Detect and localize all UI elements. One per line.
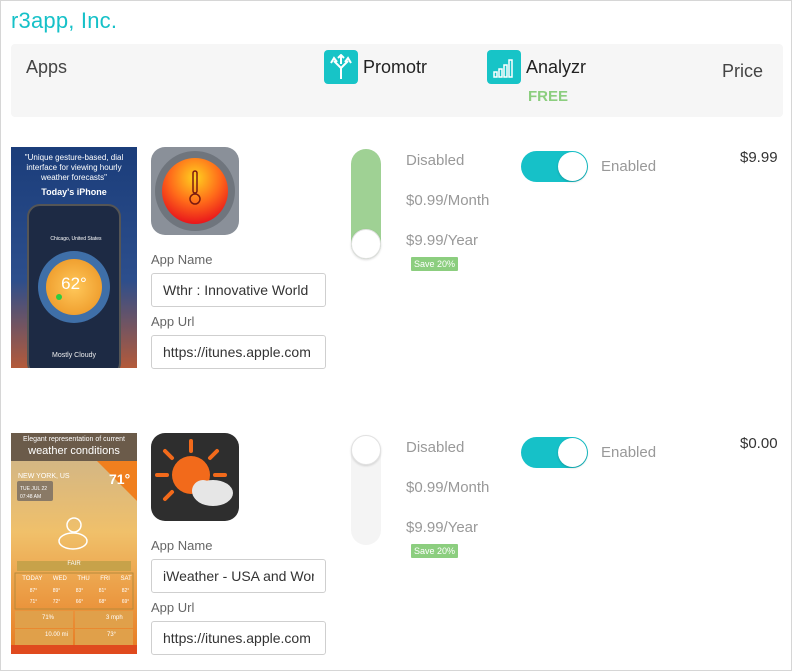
toggle-knob [558,152,587,181]
slider-knob[interactable] [351,435,381,465]
plan-monthly-option[interactable]: $0.99/Month [406,479,489,496]
screenshot-quote: "Unique gesture-based, dial interface fo… [24,153,124,182]
promotr-plan-slider[interactable] [351,435,381,545]
analyzr-label: Analyzr [526,56,587,77]
forecast-day: WED [52,576,67,582]
screenshot-footer: Mostly Cloudy [52,352,96,359]
save-badge: Save 20% [411,544,459,558]
analyzr-state-label: Enabled [601,158,657,175]
screenshot-condition: FAIR [67,561,81,567]
forecast-low: 68° [98,599,107,605]
forecast-low: 69° [121,599,130,605]
forecast-high: 89° [52,588,61,594]
save-badge: Save 20% [411,257,459,271]
forecast-day: TODAY [22,576,43,582]
app-url-label: App Url [151,600,195,615]
thermometer-app-icon [151,147,239,235]
forecast-lows: 71° 72° 66° 68° 69° [22,599,137,605]
screenshot-quote: Elegant representation of current [23,436,125,443]
forecast-high: 87° [29,588,38,594]
app-name-label: App Name [151,252,213,267]
price-column-header: Price [722,61,764,81]
screenshot-date: TUE JUL 22 [20,486,48,492]
forecast-day: FRI [100,576,110,582]
forecast-low: 71° [29,599,38,605]
toggle-knob [558,438,587,467]
forecast-highs: 87° 89° 83° 81° 82° [22,588,137,594]
apps-column-header: Apps [26,57,68,77]
analyzr-column-header[interactable]: Analyzr [487,50,586,84]
screenshot-visibility: 10.00 mi [45,632,69,638]
screenshot-city: NEW YORK, US [18,473,70,480]
app-row: "Unique gesture-based, dial interface fo… [0,147,792,387]
plan-disabled-option[interactable]: Disabled [406,152,464,169]
app-name-input[interactable] [151,273,326,307]
forecast-day: SAT [120,576,132,582]
app-url-input[interactable] [151,335,326,369]
screenshot-temp: 71° [109,471,131,487]
screenshot-temp: 62° [61,274,87,293]
screenshot-feels: 73° [107,632,117,638]
analyzr-toggle[interactable] [521,437,588,468]
plan-yearly-option[interactable]: $9.99/Year [406,519,478,536]
free-badge: FREE [528,88,569,105]
screenshot-title: weather conditions [28,445,120,457]
forecast-days: TODAY WED THU FRI SAT [17,576,137,582]
table-header: Apps Promotr Analyzr FREE Price [11,44,783,117]
analyzr-toggle[interactable] [521,151,588,182]
screenshot-humidity: 71% [42,615,55,621]
promotr-column-header[interactable]: Promotr [324,50,427,84]
screenshot-time: 07:48 AM [20,494,42,500]
screenshot-wind: 3 mph [106,615,123,621]
app-name-label: App Name [151,538,213,553]
plan-monthly-option[interactable]: $0.99/Month [406,192,489,209]
forecast-high: 81° [98,588,107,594]
promotr-plan-slider[interactable] [351,149,381,259]
app-url-input[interactable] [151,621,326,655]
slider-knob[interactable] [351,229,381,259]
app-name-input[interactable] [151,559,326,593]
forecast-low: 66° [75,599,84,605]
app-url-label: App Url [151,314,195,329]
bar-chart-icon [487,50,521,84]
app-price: $9.99 [740,149,778,166]
forecast-high: 83° [75,588,84,594]
screenshot-caption: Today's iPhone [41,187,107,197]
screenshot-city: Chicago, United States [50,236,102,242]
forecast-low: 72° [52,599,61,605]
app-price: $0.00 [740,435,778,452]
sun-cloud-app-icon [151,433,239,521]
analyzr-state-label: Enabled [601,444,657,461]
app-row: Elegant representation of current weathe… [0,433,792,671]
split-arrows-icon [324,50,358,84]
forecast-day: THU [77,576,90,582]
plan-disabled-option[interactable]: Disabled [406,439,464,456]
promotr-label: Promotr [363,56,428,77]
plan-yearly-option[interactable]: $9.99/Year [406,232,478,249]
forecast-high: 82° [121,588,130,594]
company-name: r3app, Inc. [11,8,118,33]
